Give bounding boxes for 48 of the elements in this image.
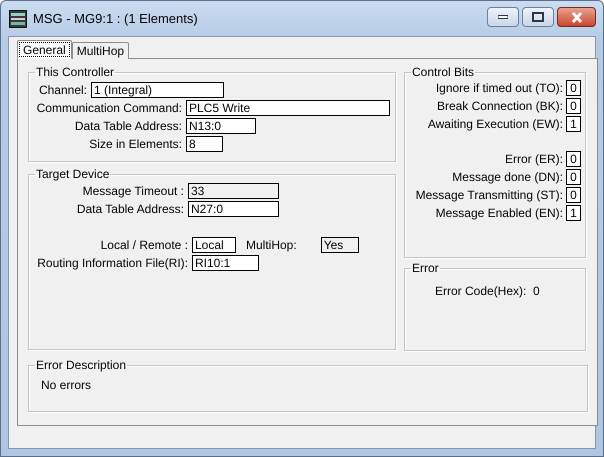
- group-title: Error: [411, 261, 440, 275]
- bit-value: 1: [566, 116, 581, 132]
- group-title: This Controller: [35, 65, 116, 79]
- minimize-icon: [498, 15, 508, 19]
- field-label: Communication Command:: [36, 101, 183, 115]
- group-title: Error Description: [35, 358, 128, 372]
- close-icon: [570, 12, 582, 22]
- bit-value: 0: [566, 80, 581, 96]
- close-button[interactable]: [557, 7, 596, 27]
- text-field[interactable]: N27:0: [188, 201, 279, 217]
- bit-label: Break Connection (BK):: [436, 99, 563, 113]
- tab[interactable]: General: [17, 40, 72, 59]
- text-field[interactable]: Local: [192, 237, 236, 253]
- text-field[interactable]: 1 (Integral): [91, 82, 224, 98]
- bit-value: 0: [566, 187, 581, 203]
- maximize-icon: [532, 12, 544, 22]
- bit-label: Ignore if timed out (TO):: [436, 81, 563, 95]
- bit-label: Awaiting Execution (EW):: [428, 117, 563, 131]
- window-title: MSG - MG9:1 : (1 Elements): [33, 11, 199, 26]
- maximize-button[interactable]: [522, 7, 554, 27]
- field-label: Local / Remote :: [100, 238, 189, 252]
- field-label: Data Table Address:: [74, 119, 183, 133]
- bit-label: Message Enabled (EN):: [436, 206, 563, 220]
- bit-value: 1: [566, 205, 581, 221]
- field-label: Channel:: [38, 83, 88, 97]
- bit-label: Message Transmitting (ST):: [416, 188, 563, 202]
- text-field[interactable]: 8: [186, 136, 223, 152]
- bit-label: Error (ER):: [505, 152, 563, 166]
- field-label: Message Timeout :: [82, 184, 185, 198]
- minimize-button[interactable]: [487, 7, 519, 27]
- tab[interactable]: MultiHop: [72, 42, 130, 59]
- text-field[interactable]: PLC5 Write: [186, 100, 390, 116]
- field-label: Data Table Address:: [76, 202, 185, 216]
- bit-value: 0: [566, 169, 581, 185]
- bit-value: 0: [566, 98, 581, 114]
- error-description-text: No errors: [41, 378, 92, 392]
- field-label: Routing Information File(RI):: [36, 256, 189, 270]
- bit-value: 0: [566, 151, 581, 167]
- group-title: Control Bits: [411, 65, 476, 79]
- app-icon: [9, 10, 27, 28]
- error-code-label: Error Code(Hex):: [435, 284, 526, 298]
- field-label: MultiHop:: [246, 238, 298, 252]
- text-field[interactable]: RI10:1: [192, 255, 259, 271]
- error-code-value: 0: [533, 284, 540, 298]
- field-label: Size in Elements:: [88, 137, 183, 151]
- bit-label: Message done (DN):: [452, 170, 563, 184]
- text-field[interactable]: N13:0: [186, 118, 256, 134]
- group-title: Target Device: [35, 167, 110, 181]
